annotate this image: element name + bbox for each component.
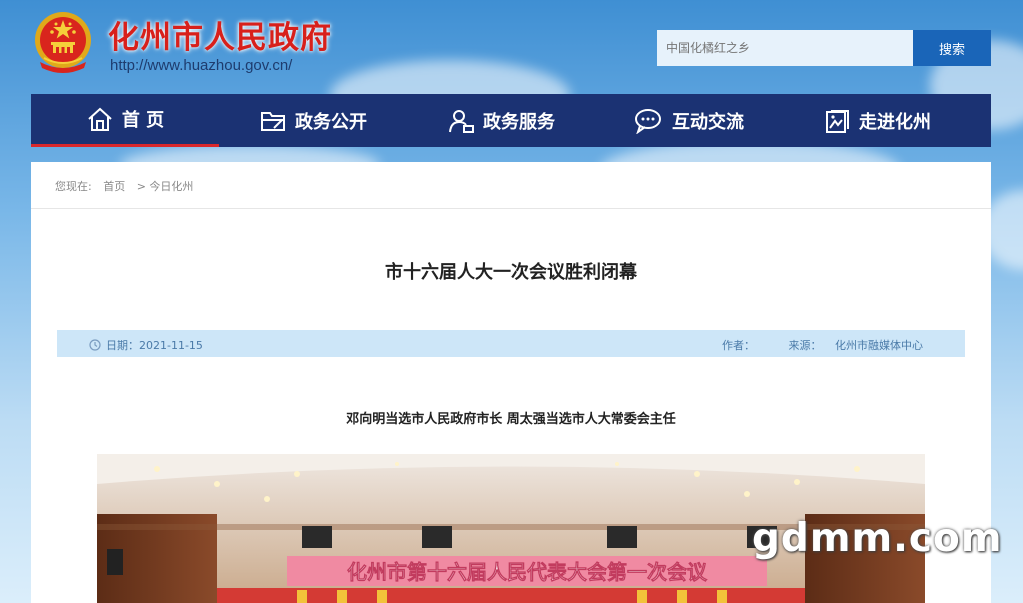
date-text: 日期：2021-11-15 [106, 339, 203, 352]
breadcrumb: 您现在: 首页 > 今日化州 [55, 178, 201, 194]
nav-item-government-affairs[interactable]: 政务公开 [219, 94, 407, 147]
article-meta-right: 作者： 来源： 化州市融媒体中心 [712, 337, 923, 353]
nav-item-interaction[interactable]: 互动交流 [595, 94, 783, 147]
photo-banner-text: 化州市第十六届人民代表大会第一次会议 [347, 560, 708, 584]
site-url[interactable]: http://www.huazhou.gov.cn/ [110, 57, 292, 74]
nav-item-label: 政务服务 [483, 111, 555, 133]
nav-item-label: 政务公开 [295, 111, 367, 133]
picture-icon [826, 109, 849, 133]
source-text: 化州市融媒体中心 [835, 339, 923, 352]
nav-item-services[interactable]: 政务服务 [407, 94, 595, 147]
watermark-text: gdmm.com [752, 516, 1003, 561]
nav-item-about-huazhou[interactable]: 走进化州 [783, 94, 971, 147]
chat-icon [635, 108, 661, 134]
nav-item-home[interactable]: 首 页 [31, 94, 219, 147]
search-input[interactable] [657, 30, 913, 66]
search-button[interactable]: 搜索 [913, 30, 991, 66]
breadcrumb-home-link[interactable]: 首页 [103, 180, 125, 193]
divider [31, 208, 991, 209]
source-label: 来源： [788, 339, 822, 352]
author-label: 作者： [722, 339, 755, 352]
nav-item-label: 互动交流 [672, 111, 744, 133]
clock-icon [89, 339, 101, 351]
article-title: 市十六届人大一次会议胜利闭幕 [385, 262, 637, 283]
nav-item-label: 首 页 [121, 110, 165, 131]
breadcrumb-current-link[interactable]: > 今日化州 [137, 180, 194, 193]
article-date: 日期：2021-11-15 [89, 337, 203, 353]
user-service-icon [449, 109, 474, 133]
site-header: 化州市人民政府 http://www.huazhou.gov.cn/ 搜索 [0, 0, 1023, 94]
main-nav: 首 页 政务公开 政务服务 互动交流 走进化州 [31, 94, 991, 147]
article-meta-bar: 日期：2021-11-15 作者： 来源： 化州市融媒体中心 [57, 330, 965, 357]
home-icon [88, 107, 112, 131]
breadcrumb-prefix: 您现在: [55, 180, 92, 193]
site-title: 化州市人民政府 [108, 20, 332, 56]
folder-icon [261, 111, 285, 131]
article-subtitle: 邓向明当选市人民政府市长 周太强当选市人大常委会主任 [346, 412, 676, 427]
national-emblem-icon [32, 10, 94, 76]
nav-item-label: 走进化州 [859, 111, 931, 133]
